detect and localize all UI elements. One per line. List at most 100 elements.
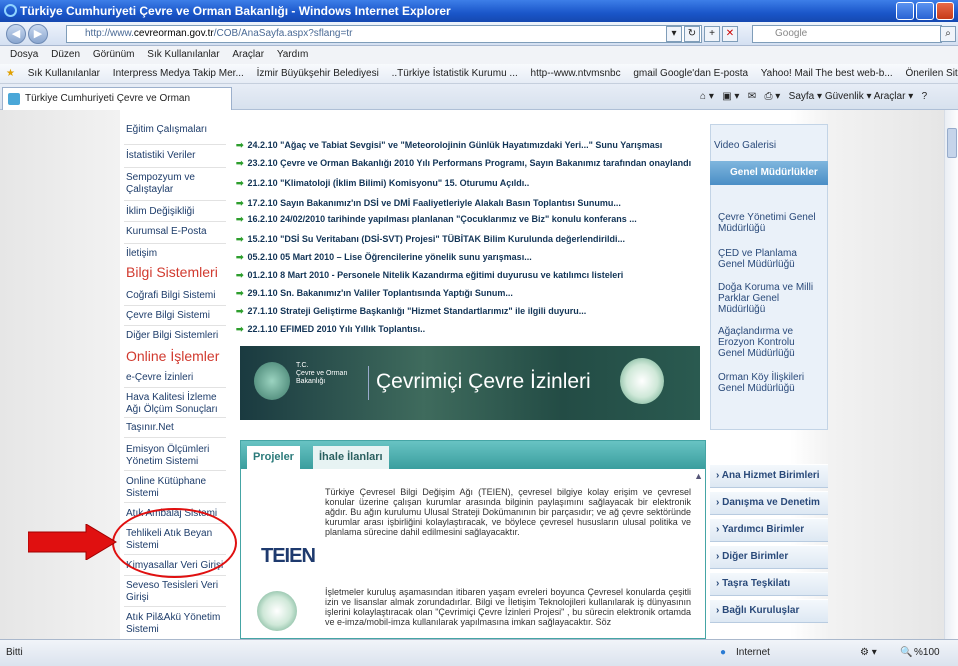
arrow-icon: ➡ <box>236 140 244 150</box>
url-prefix: http://www. <box>85 28 134 39</box>
news-item[interactable]: ➡ 29.1.10 Sn. Bakanımız'ın Valiler Toplan… <box>236 288 706 299</box>
tab-ihale-ilanlari[interactable]: İhale İlanları <box>313 446 389 469</box>
section-tasra[interactable]: › Taşra Teşkilatı <box>710 572 828 596</box>
arrow-icon: ➡ <box>236 306 244 316</box>
favorite-link[interactable]: http--www.ntvmsnbc <box>531 68 621 79</box>
gm-link[interactable]: Ağaçlandırma ve Erozyon Kontrolu Genel M… <box>718 326 822 359</box>
search-icon[interactable]: ⌕ <box>940 26 956 42</box>
browser-tab[interactable]: Türkiye Cumhuriyeti Çevre ve Orman Bakan… <box>2 87 232 126</box>
section-danisma[interactable]: › Danışma ve Denetim <box>710 491 828 515</box>
tab-projeler[interactable]: Projeler <box>247 446 300 469</box>
favorite-link[interactable]: Önerilen Siteler <box>905 68 958 79</box>
stop-icon[interactable]: ✕ <box>722 26 738 42</box>
news-item[interactable]: ➡ 05.2.10 05 Mart 2010 – Lise Öğrencileri… <box>236 252 706 263</box>
nav-link[interactable]: İstatistiki Veriler <box>126 150 226 162</box>
forward-button[interactable]: ▶ <box>28 24 48 44</box>
favorite-link[interactable]: Sık Kullanılanlar <box>28 68 100 79</box>
gm-link[interactable]: Çevre Yönetimi Genel Müdürlüğü <box>718 212 822 234</box>
menu-item-file[interactable]: Dosya <box>10 49 38 60</box>
nav-link[interactable]: İletişim <box>126 248 226 260</box>
nav-link[interactable]: Atık Pil&Akü Yönetim Sistemi <box>126 612 226 636</box>
maximize-button[interactable] <box>916 2 934 20</box>
nav-link[interactable]: Hava Kalitesi İzleme Ağı Ölçüm Sonuçları <box>126 392 226 416</box>
address-input[interactable]: http://www.cevreorman.gov.tr/COB/AnaSayf… <box>66 25 702 43</box>
news-text: 16.2.10 24/02/2010 tarihinde yapılması p… <box>247 214 637 224</box>
news-item[interactable]: ➡ 15.2.10 "DSİ Su Veritabanı (DSİ-SVT) Pr… <box>236 234 706 245</box>
gm-link[interactable]: ÇED ve Planlama Genel Müdürlüğü <box>718 248 822 270</box>
news-item[interactable]: ➡ 24.2.10 "Ağaç ve Tabiat Sevgisi" ve "Me… <box>236 140 706 151</box>
arrow-icon: ➡ <box>236 270 244 280</box>
red-arrow-icon <box>28 524 117 560</box>
vertical-scrollbar[interactable] <box>944 110 958 639</box>
nav-link[interactable]: Kurumsal E-Posta <box>126 226 226 238</box>
star-icon[interactable]: ★ <box>6 68 15 79</box>
section-bagli[interactable]: › Bağlı Kuruluşlar <box>710 599 828 623</box>
nav-link[interactable]: e-Çevre İzinleri <box>126 372 226 384</box>
favorite-link[interactable]: Yahoo! Mail The best web-b... <box>761 68 893 79</box>
favorite-link[interactable]: ..Türkiye İstatistik Kurumu ... <box>392 68 518 79</box>
menu-item-edit[interactable]: Düzen <box>51 49 80 60</box>
project-description: İşletmeler kuruluş aşamasından itibaren … <box>325 587 691 627</box>
nav-link[interactable]: Çevre Bilgi Sistemi <box>126 310 226 322</box>
nav-link[interactable]: Diğer Bilgi Sistemleri <box>126 330 226 342</box>
nav-link[interactable]: Online Kütüphane Sistemi <box>126 476 226 500</box>
genel-mudurlukler-header[interactable]: Genel Müdürlükler <box>710 161 828 185</box>
news-item[interactable]: ➡ 17.2.10 Sayın Bakanımız'ın DSİ ve DMİ F… <box>236 198 706 209</box>
section-yardimci[interactable]: › Yardımcı Birimler <box>710 518 828 542</box>
print-icon[interactable]: ⎙ ▾ <box>765 91 781 102</box>
nav-link[interactable]: Coğrafi Bilgi Sistemi <box>126 290 226 302</box>
dropdown-icon[interactable]: ▾ <box>666 26 682 42</box>
divider <box>124 606 226 607</box>
news-item[interactable]: ➡ 21.2.10 "Klimatoloji (İklim Bilimi) Kom… <box>236 178 706 189</box>
arrow-icon: ➡ <box>236 158 244 168</box>
search-input[interactable]: Google <box>752 25 942 43</box>
feeds-icon[interactable]: ▣ ▾ <box>722 91 739 102</box>
favorite-link[interactable]: İzmir Büyükşehir Belediyesi <box>257 68 379 79</box>
home-icon[interactable]: ⌂ ▾ <box>700 91 714 102</box>
arrow-icon: ➡ <box>236 198 244 208</box>
back-button[interactable]: ◀ <box>6 24 26 44</box>
compat-icon[interactable]: + <box>704 26 720 42</box>
nav-link[interactable]: İklim Değişikliği <box>126 206 226 218</box>
command-menus[interactable]: Sayfa ▾ Güvenlik ▾ Araçlar ▾ <box>789 91 914 102</box>
minimize-button[interactable] <box>896 2 914 20</box>
news-item[interactable]: ➡ 16.2.10 24/02/2010 tarihinde yapılması … <box>236 214 706 225</box>
menu-item-help[interactable]: Yardım <box>277 49 309 60</box>
video-gallery-link[interactable]: Video Galerisi <box>714 140 818 151</box>
banner-title: Çevrimiçi Çevre İzinleri <box>376 370 591 393</box>
scroll-thumb[interactable] <box>947 128 957 158</box>
zoom-icon[interactable]: 🔍 <box>900 640 912 666</box>
news-item[interactable]: ➡ 22.1.10 EFIMED 2010 Yılı Yıllık Toplant… <box>236 324 706 335</box>
section-heading-online: Online İşlemler <box>126 348 220 364</box>
cevre-izinleri-small-icon[interactable] <box>257 591 297 631</box>
section-ana-hizmet[interactable]: › Ana Hizmet Birimleri <box>710 464 828 488</box>
news-item[interactable]: ➡ 01.2.10 8 Mart 2010 - Personele Nitelik… <box>236 270 706 281</box>
refresh-icon[interactable]: ↻ <box>684 26 700 42</box>
nav-link[interactable]: Sempozyum ve Çalıştaylar <box>126 172 226 196</box>
protected-mode-icon[interactable]: ⚙ ▾ <box>860 640 877 666</box>
scroll-up-icon[interactable]: ▲ <box>694 471 703 481</box>
nav-link[interactable]: Emisyon Ölçümleri Yönetim Sistemi <box>126 444 226 468</box>
menu-item-tools[interactable]: Araçlar <box>232 49 264 60</box>
news-item[interactable]: ➡ 23.2.10 Çevre ve Orman Bakanlığı 2010 Y… <box>236 158 706 169</box>
main-content: ➡ 24.2.10 "Ağaç ve Tabiat Sevgisi" ve "Me… <box>236 110 706 639</box>
cevrimici-izinler-banner[interactable]: T.C. Çevre ve Orman Bakanlığı Çevrimiçi Çe… <box>240 346 700 420</box>
teien-logo[interactable]: TEIEN <box>261 545 316 568</box>
mail-icon[interactable]: ✉ <box>748 91 756 102</box>
section-diger[interactable]: › Diğer Birimler <box>710 545 828 569</box>
menu-item-favorites[interactable]: Sık Kullanılanlar <box>147 49 219 60</box>
favorite-link[interactable]: gmail Google'dan E-posta <box>633 68 748 79</box>
nav-link[interactable]: Seveso Tesisleri Veri Girişi <box>126 580 226 604</box>
news-item[interactable]: ➡ 27.1.10 Strateji Geliştirme Başkanlığı … <box>236 306 706 317</box>
favorite-link[interactable]: Interpress Medya Takip Mer... <box>113 68 244 79</box>
url-path: /COB/AnaSayfa.aspx?sflang=tr <box>213 28 353 39</box>
gm-link[interactable]: Doğa Koruma ve Milli Parklar Genel Müdür… <box>718 282 822 315</box>
zoom-level[interactable]: %100 <box>914 640 940 666</box>
globe-icon: ● <box>720 647 727 658</box>
close-button[interactable] <box>936 2 954 20</box>
menu-item-view[interactable]: Görünüm <box>93 49 135 60</box>
nav-link[interactable]: Eğitim Çalışmaları <box>126 124 226 136</box>
nav-link[interactable]: Taşınır.Net <box>126 422 226 434</box>
gm-link[interactable]: Orman Köy İlişkileri Genel Müdürlüğü <box>718 372 822 394</box>
help-icon[interactable]: ? <box>922 91 928 102</box>
